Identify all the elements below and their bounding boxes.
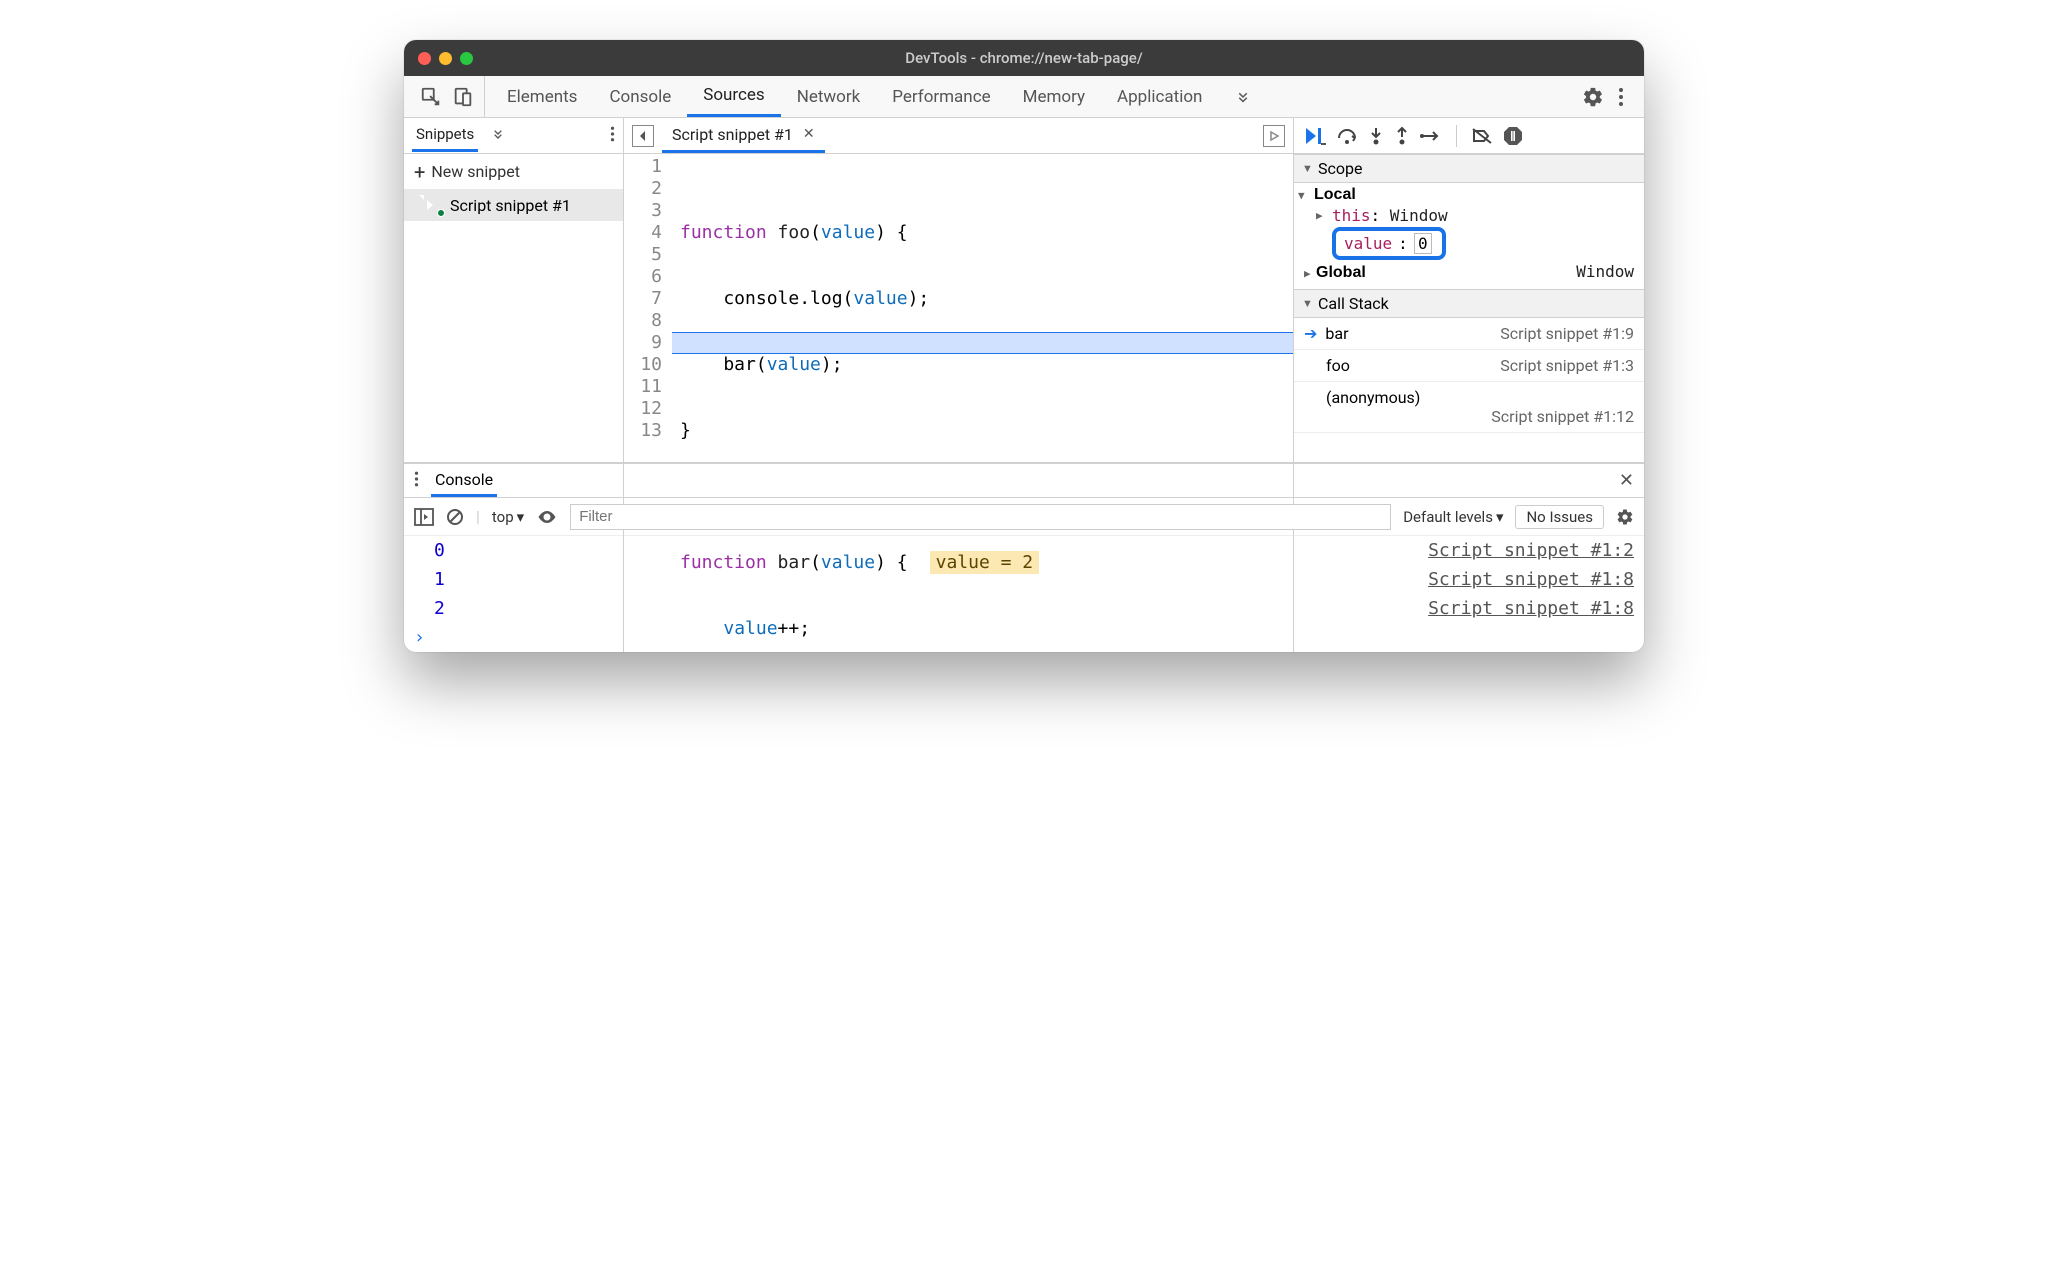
call-stack: ➔ bar Script snippet #1:9 foo Script snip… bbox=[1294, 318, 1644, 433]
tab-performance[interactable]: Performance bbox=[876, 76, 1006, 117]
editor-tabs: Script snippet #1 ✕ bbox=[624, 118, 1293, 154]
snippet-file-icon bbox=[424, 195, 442, 215]
plus-icon: + bbox=[414, 165, 425, 179]
resume-icon[interactable] bbox=[1304, 126, 1326, 146]
window-title: DevTools - chrome://new-tab-page/ bbox=[404, 49, 1644, 67]
callstack-row[interactable]: ➔ bar Script snippet #1:9 bbox=[1294, 318, 1644, 350]
log-value: 1 bbox=[434, 569, 445, 590]
tab-network[interactable]: Network bbox=[781, 76, 877, 117]
scope-global-row[interactable]: Global Window bbox=[1298, 261, 1640, 283]
titlebar: DevTools - chrome://new-tab-page/ bbox=[404, 40, 1644, 76]
line-gutter: 12345678910111213 bbox=[624, 154, 672, 652]
tabs-overflow-icon[interactable] bbox=[1224, 76, 1262, 117]
navigator-overflow-icon[interactable] bbox=[490, 126, 506, 146]
step-out-icon[interactable] bbox=[1394, 126, 1410, 146]
execution-line-highlight bbox=[672, 332, 1293, 354]
console-settings-icon[interactable] bbox=[1616, 508, 1634, 526]
scope-value-edit-row[interactable]: value: bbox=[1316, 226, 1640, 261]
code-lines: function foo(value) { console.log(value)… bbox=[672, 154, 1293, 652]
callstack-row[interactable]: (anonymous) Script snippet #1:12 bbox=[1294, 382, 1644, 433]
step-icon[interactable] bbox=[1420, 128, 1442, 144]
scope-this-name: this bbox=[1332, 206, 1371, 225]
scope-this-value: Window bbox=[1390, 206, 1448, 225]
code-area[interactable]: 12345678910111213 function foo(value) { … bbox=[624, 154, 1293, 652]
console-context-select[interactable]: top ▾ bbox=[492, 508, 524, 526]
scope-header-label: Scope bbox=[1318, 159, 1362, 178]
step-over-icon[interactable] bbox=[1336, 126, 1358, 146]
scope-global-value: Window bbox=[1576, 262, 1634, 282]
inspect-icon[interactable] bbox=[420, 86, 442, 108]
device-toggle-icon[interactable] bbox=[452, 86, 474, 108]
log-location-link[interactable]: Script snippet #1:2 bbox=[1428, 540, 1634, 561]
callstack-loc: Script snippet #1:9 bbox=[1500, 324, 1634, 343]
new-snippet-button[interactable]: + New snippet bbox=[404, 154, 623, 189]
issues-chip[interactable]: No Issues bbox=[1515, 505, 1604, 529]
scope-value-input[interactable] bbox=[1414, 233, 1432, 254]
scope-var-name: value bbox=[1344, 234, 1392, 253]
tab-application[interactable]: Application bbox=[1101, 76, 1218, 117]
console-sidebar-toggle-icon[interactable] bbox=[414, 508, 434, 526]
scope-global-label: Global bbox=[1316, 264, 1366, 281]
drawer-close-icon[interactable]: ✕ bbox=[1619, 470, 1634, 491]
kebab-menu-icon[interactable] bbox=[1618, 86, 1624, 108]
log-value: 2 bbox=[434, 598, 445, 619]
editor-open-tab[interactable]: Script snippet #1 ✕ bbox=[662, 119, 825, 153]
snippet-list-item[interactable]: Script snippet #1 bbox=[404, 189, 623, 221]
callstack-loc: Script snippet #1:3 bbox=[1500, 356, 1634, 375]
editor-run-icon[interactable] bbox=[1263, 125, 1285, 147]
log-levels-select[interactable]: Default levels ▾ bbox=[1403, 508, 1503, 526]
scope-local-row[interactable]: Local bbox=[1298, 185, 1640, 205]
log-location-link[interactable]: Script snippet #1:8 bbox=[1428, 598, 1634, 619]
pause-on-exceptions-icon[interactable] bbox=[1503, 126, 1523, 146]
drawer-menu-icon[interactable] bbox=[414, 470, 419, 492]
clear-console-icon[interactable] bbox=[446, 508, 464, 526]
edit-scope-value[interactable]: value: bbox=[1332, 227, 1446, 260]
callstack-section-header[interactable]: Call Stack bbox=[1294, 289, 1644, 318]
main-tabstrip: Elements Console Sources Network Perform… bbox=[404, 76, 1644, 118]
drawer-tab-console[interactable]: Console bbox=[431, 465, 497, 497]
debugger-toolbar bbox=[1294, 118, 1644, 154]
log-levels-label: Default levels bbox=[1403, 508, 1493, 526]
editor-tab-close-icon[interactable]: ✕ bbox=[803, 126, 815, 142]
current-frame-icon: ➔ bbox=[1304, 324, 1317, 343]
editor-tab-label: Script snippet #1 bbox=[672, 125, 793, 144]
callstack-fn: bar bbox=[1325, 324, 1348, 343]
tab-console[interactable]: Console bbox=[593, 76, 687, 117]
navigator-more-icon[interactable] bbox=[610, 125, 615, 147]
sources-panel: Snippets + New snippet Script snippet #1 bbox=[404, 118, 1644, 463]
code-editor: Script snippet #1 ✕ 12345678910111213 fu… bbox=[624, 118, 1294, 652]
callstack-header-label: Call Stack bbox=[1318, 294, 1389, 313]
scope-this-row[interactable]: this: Window bbox=[1316, 205, 1640, 226]
step-into-icon[interactable] bbox=[1368, 126, 1384, 146]
console-context-label: top bbox=[492, 508, 514, 526]
log-value: 0 bbox=[434, 540, 445, 561]
snippet-item-label: Script snippet #1 bbox=[450, 196, 571, 215]
callstack-fn: (anonymous) bbox=[1326, 388, 1420, 407]
scope-section-header[interactable]: Scope bbox=[1294, 154, 1644, 183]
log-location-link[interactable]: Script snippet #1:8 bbox=[1428, 569, 1634, 590]
tab-elements[interactable]: Elements bbox=[491, 76, 593, 117]
callstack-row[interactable]: foo Script snippet #1:3 bbox=[1294, 350, 1644, 382]
tab-sources[interactable]: Sources bbox=[687, 76, 780, 117]
devtools-window: DevTools - chrome://new-tab-page/ Elemen… bbox=[404, 40, 1644, 652]
scope-tree: Local this: Window value: bbox=[1294, 183, 1644, 289]
settings-icon[interactable] bbox=[1582, 86, 1604, 108]
deactivate-breakpoints-icon[interactable] bbox=[1471, 126, 1493, 146]
tab-memory[interactable]: Memory bbox=[1007, 76, 1101, 117]
new-snippet-label: New snippet bbox=[431, 162, 520, 181]
live-expression-icon[interactable] bbox=[536, 509, 558, 525]
scope-local-label: Local bbox=[1314, 186, 1356, 204]
callstack-loc: Script snippet #1:12 bbox=[1304, 407, 1634, 426]
navigator-tab-snippets[interactable]: Snippets bbox=[412, 119, 478, 152]
editor-nav-back-icon[interactable] bbox=[632, 125, 654, 147]
callstack-fn: foo bbox=[1326, 356, 1350, 375]
inline-value-hint: value = 2 bbox=[930, 551, 1040, 574]
navigator-tabs: Snippets bbox=[404, 118, 623, 154]
